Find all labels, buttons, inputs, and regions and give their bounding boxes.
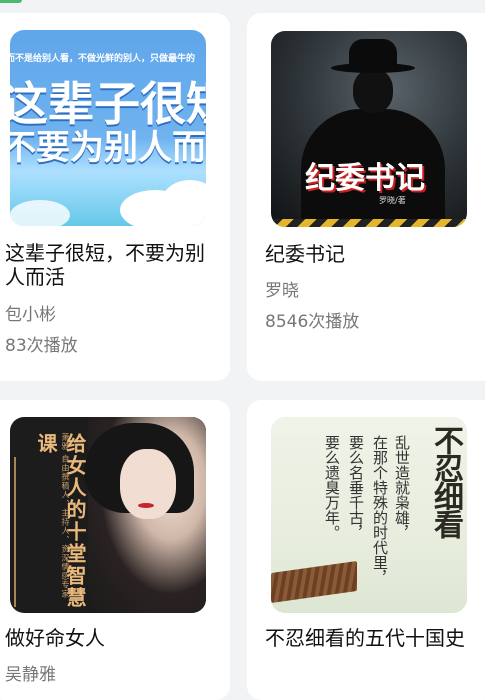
cover-subtitle: 萧雅 自由撰稿人、主持人、资深情感专家	[61, 433, 70, 599]
play-count: 83次播放	[5, 336, 78, 356]
cover-verse-4: 要么遗臭万年。	[323, 435, 341, 540]
audiobook-card[interactable]: 纪委书记 罗晓/著 纪委书记 罗晓 8546次播放	[247, 13, 485, 381]
cover-image: 纪委书记 罗晓/著	[271, 31, 467, 227]
cloud-decoration	[160, 180, 206, 226]
cover-verse-2: 在那个特殊的时代里，	[371, 435, 389, 585]
caution-tape	[271, 219, 467, 227]
book-author: 罗晓	[265, 281, 299, 301]
cover-verse-3: 要么名垂千古，	[347, 435, 365, 540]
cover-verse-1: 乱世造就枭雄，	[393, 435, 411, 540]
book-author: 包小彬	[5, 305, 56, 325]
book-title[interactable]: 不忍细看的五代十国史	[265, 626, 465, 650]
cover-image: 不忍细看 乱世造就枭雄， 在那个特殊的时代里， 要么名垂千古， 要么遗臭万年。	[271, 417, 467, 613]
top-accent-bar	[0, 0, 22, 3]
book-title[interactable]: 做好命女人	[5, 626, 205, 650]
portrait-lips	[138, 503, 154, 508]
cover-title: 不忍细看	[428, 425, 463, 537]
cover-headline-2: 不要为别人而	[10, 128, 206, 168]
portrait-face	[120, 449, 176, 519]
wooden-plank-illustration	[271, 560, 357, 604]
book-author: 吴静雅	[5, 665, 56, 685]
cover-image: 而不是给别人看，不做光鲜的别人，只做最牛的 这辈子很短 不要为别人而	[10, 30, 206, 226]
audiobook-card[interactable]: 不忍细看 乱世造就枭雄， 在那个特殊的时代里， 要么名垂千古， 要么遗臭万年。 …	[247, 400, 485, 700]
fedora-brim	[331, 63, 415, 73]
divider-line	[14, 457, 16, 607]
cover-title: 纪委书记	[305, 161, 425, 196]
cloud-decoration	[10, 200, 70, 226]
cover-tagline: 而不是给别人看，不做光鲜的别人，只做最牛的	[10, 54, 196, 64]
cover-byline: 罗晓/著	[379, 196, 406, 205]
book-title[interactable]: 这辈子很短，不要为别人而活	[5, 241, 205, 289]
play-count: 8546次播放	[265, 312, 360, 332]
cover-image: 给女人的十堂智慧课 萧雅 自由撰稿人、主持人、资深情感专家	[10, 417, 206, 613]
audiobook-card[interactable]: 给女人的十堂智慧课 萧雅 自由撰稿人、主持人、资深情感专家 做好命女人 吴静雅	[0, 400, 230, 700]
silhouette-head	[353, 69, 393, 113]
book-title[interactable]: 纪委书记	[265, 242, 465, 266]
audiobook-card[interactable]: 而不是给别人看，不做光鲜的别人，只做最牛的 这辈子很短 不要为别人而 这辈子很短…	[0, 13, 230, 381]
